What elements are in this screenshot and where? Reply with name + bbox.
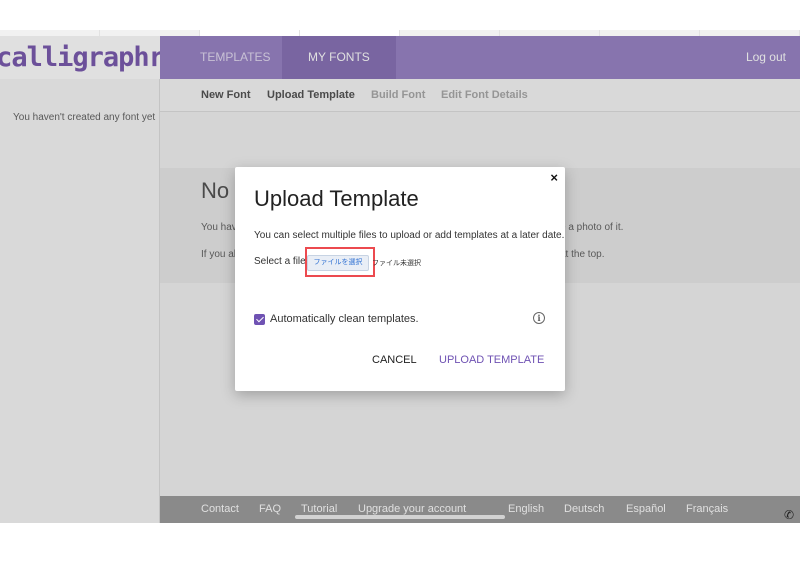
phone-icon[interactable]: ✆ [784, 508, 794, 522]
dialog-description: You can select multiple files to upload … [254, 230, 565, 241]
clean-templates-checkbox[interactable] [254, 314, 265, 325]
cancel-button[interactable]: CANCEL [372, 354, 417, 366]
info-icon[interactable]: i [533, 312, 545, 324]
browser-tab-strip [0, 0, 800, 36]
choose-file-button[interactable]: ファイルを選択 [307, 255, 369, 271]
file-label: Select a file: [254, 256, 309, 267]
dialog-title: Upload Template [254, 186, 419, 211]
upload-template-dialog: × Upload Template You can select multipl… [235, 167, 565, 391]
file-status: ファイル未選択 [372, 260, 421, 267]
upload-template-button[interactable]: UPLOAD TEMPLATE [439, 354, 544, 366]
close-icon[interactable]: × [550, 170, 558, 185]
checkbox-label[interactable]: Automatically clean templates. [270, 313, 419, 325]
